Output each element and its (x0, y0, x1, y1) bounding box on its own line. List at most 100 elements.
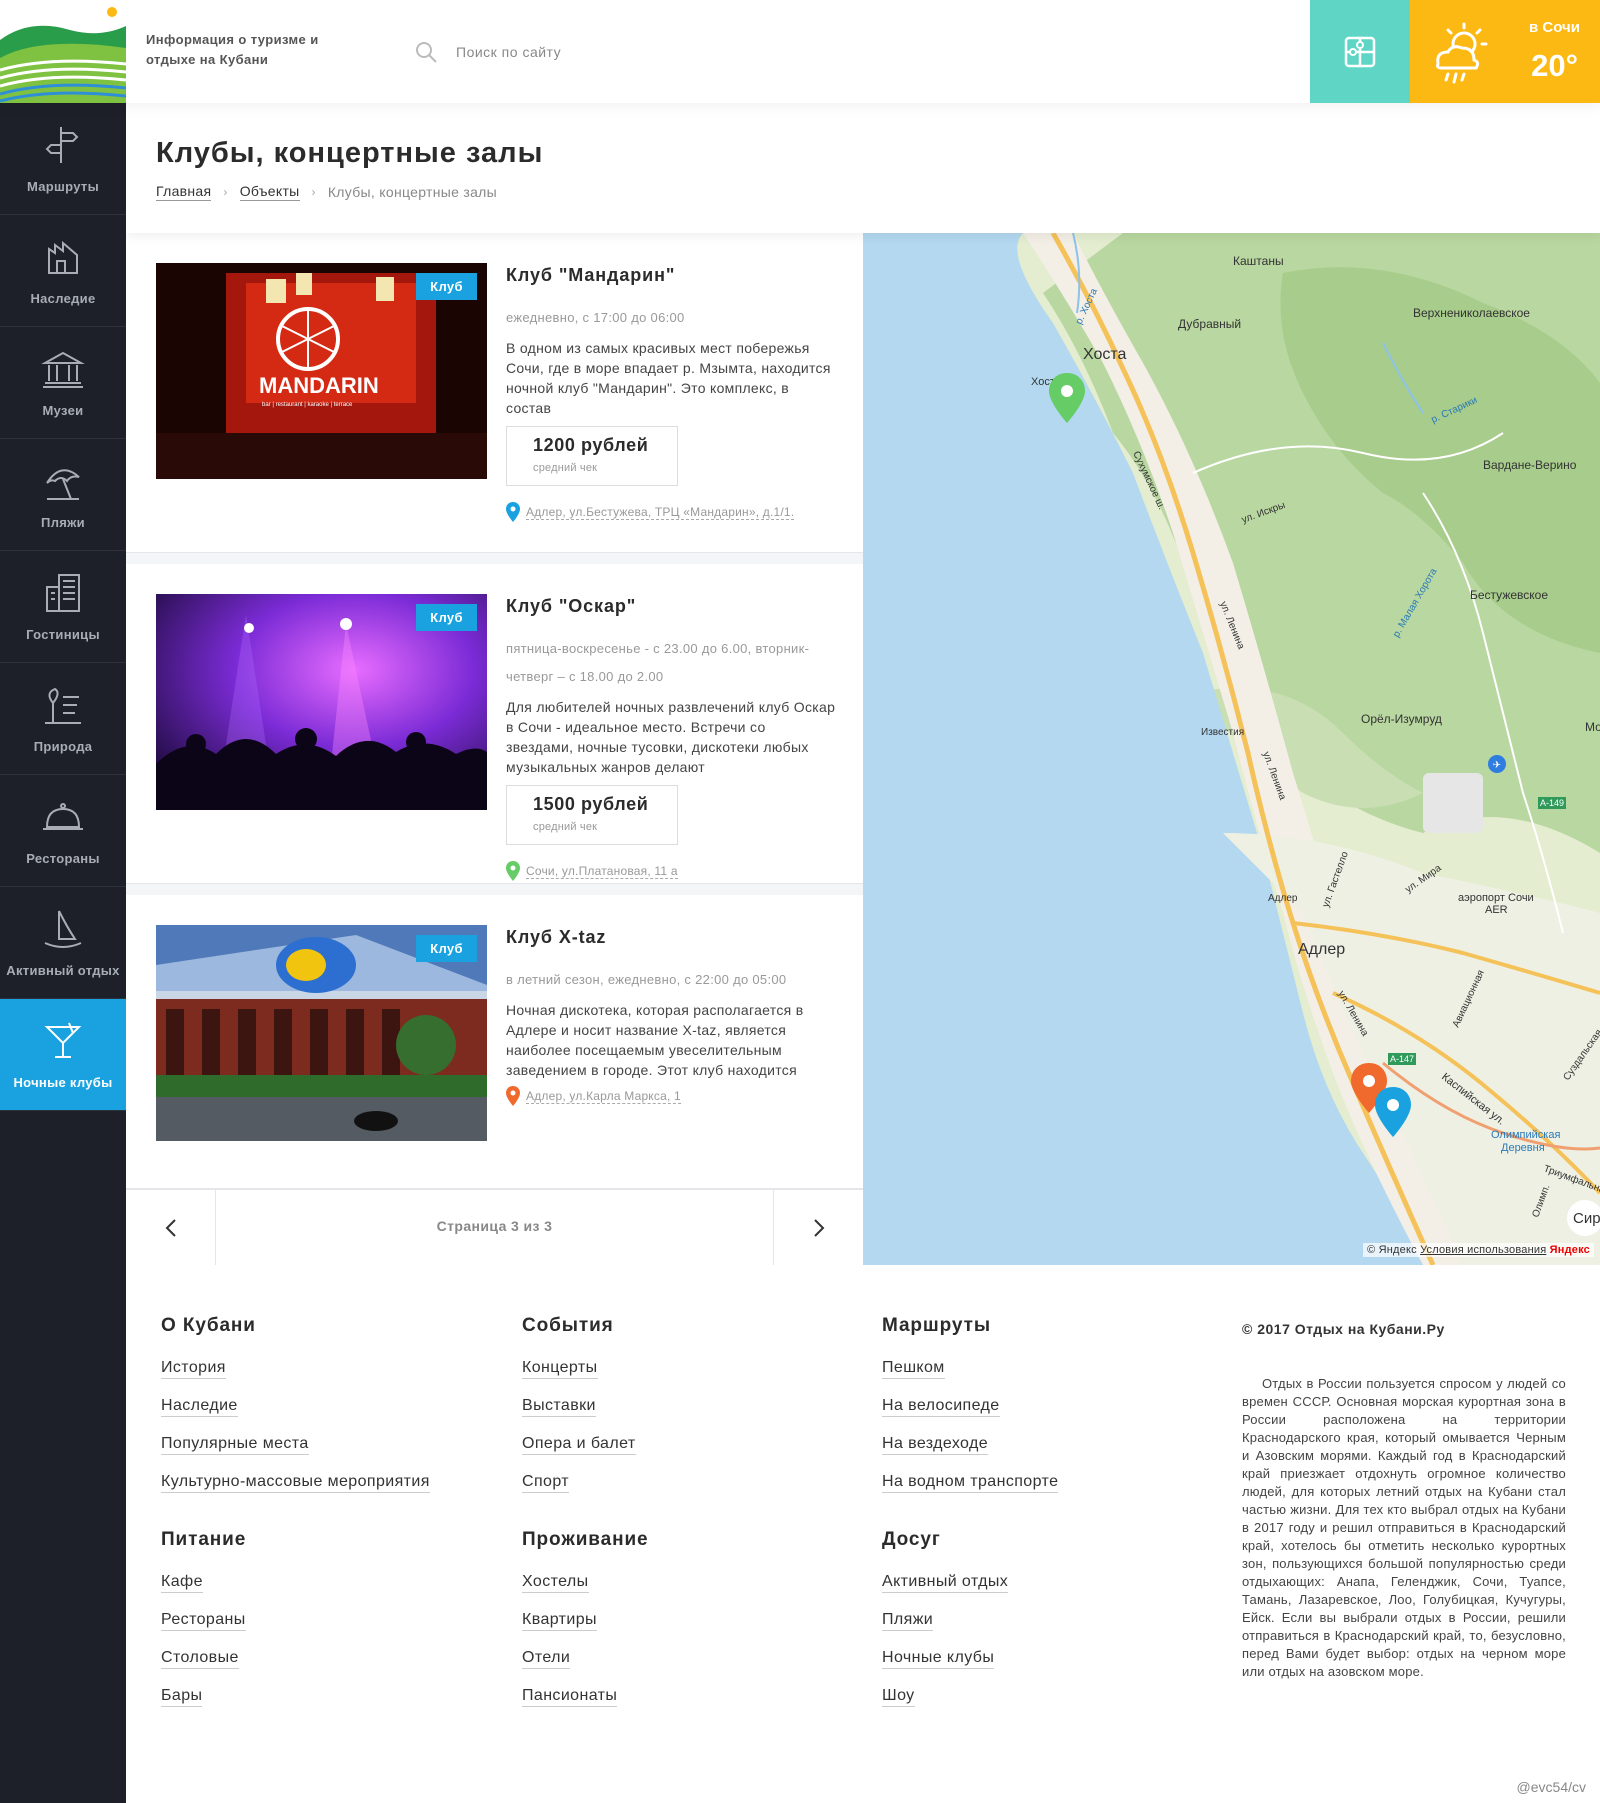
address-link[interactable]: Адлер, ул.Карла Маркса, 1 (526, 1089, 681, 1104)
site-logo[interactable] (0, 0, 126, 103)
club-title[interactable]: Клуб "Оскар" (506, 596, 836, 617)
club-logo-text: MANDARIN (259, 373, 379, 398)
breadcrumb-current: Клубы, концертные залы (327, 184, 498, 200)
footer-column-events: События Концерты Выставки Опера и балет … (522, 1315, 852, 1725)
footer-link[interactable]: Культурно-массовые мероприятия (161, 1473, 430, 1493)
breadcrumb-home[interactable]: Главная (156, 183, 212, 201)
footer-heading: События (522, 1315, 614, 1336)
footer-link[interactable]: На вездеходе (882, 1435, 989, 1455)
club-photo[interactable]: Клуб (156, 594, 487, 810)
club-card[interactable]: Клуб Клуб "Оскар" пятница-воскресенье - … (126, 564, 863, 884)
sidebar-item-label: Рестораны (26, 851, 100, 866)
footer-link[interactable]: Шоу (882, 1687, 915, 1707)
average-price: 1500 рублей (533, 794, 649, 814)
footer-link[interactable]: Пешком (882, 1359, 945, 1379)
sidebar-item-museums[interactable]: Музеи (0, 327, 126, 439)
map-pin-icon (506, 502, 520, 522)
prev-page-button[interactable] (126, 1190, 216, 1266)
footer-link[interactable]: Столовые (161, 1649, 239, 1669)
map-label: Вардане-Верино (1483, 458, 1577, 472)
club-address[interactable]: Адлер, ул.Бестужева, ТРЦ «Мандарин», д.1… (506, 502, 836, 522)
sidebar-item-restaurants[interactable]: Рестораны (0, 775, 126, 887)
footer-link[interactable]: История (161, 1359, 226, 1379)
sidebar-item-nature[interactable]: Природа (0, 663, 126, 775)
yandex-map[interactable]: ✈ Каштаны Дубравный Верхнениколаевское Х… (863, 233, 1600, 1265)
footer-link[interactable]: Спорт (522, 1473, 569, 1493)
page-indicator: Страница 3 из 3 (436, 1218, 553, 1234)
sidebar-item-label: Активный отдых (6, 963, 120, 978)
footer-link[interactable]: Опера и балет (522, 1435, 636, 1455)
club-card[interactable]: MANDARIN bar | restaurant | karaoke | te… (126, 233, 863, 553)
weather-widget[interactable]: в Сочи 20° (1410, 0, 1600, 103)
club-info: Клуб "Мандарин" ежедневно, с 17:00 до 06… (506, 263, 836, 522)
sidebar-item-label: Ночные клубы (13, 1075, 113, 1090)
puzzle-button[interactable] (1310, 0, 1410, 103)
club-photo[interactable]: Клуб (156, 925, 487, 1141)
price-box: 1500 рублей средний чек (506, 785, 678, 845)
category-tag: Клуб (416, 935, 477, 962)
footer-link[interactable]: Отели (522, 1649, 571, 1669)
footer-link[interactable]: Концерты (522, 1359, 598, 1379)
footer-link[interactable]: Бары (161, 1687, 203, 1707)
page-title: Клубы, концертные залы (156, 137, 544, 169)
breadcrumb-objects[interactable]: Объекты (239, 183, 300, 201)
club-address[interactable]: Сочи, ул.Платановая, 11 а (506, 861, 836, 881)
club-description: Для любителей ночных развлечений клуб Ос… (506, 699, 836, 775)
map-terms-link[interactable]: Условия использования (1420, 1244, 1546, 1256)
footer-link[interactable]: Квартиры (522, 1611, 597, 1631)
breadcrumb: Главная › Объекты › Клубы, концертные за… (156, 183, 497, 201)
footer-link[interactable]: Популярные места (161, 1435, 309, 1455)
footer-link[interactable]: На водном транспорте (882, 1473, 1059, 1493)
next-page-button[interactable] (773, 1190, 863, 1266)
map-copyright: © Яндекс (1367, 1244, 1417, 1256)
site-search[interactable] (414, 40, 696, 64)
club-hours: в летний сезон, ежедневно, с 22:00 до 05… (506, 972, 787, 987)
category-tag: Клуб (416, 604, 477, 631)
footer-link[interactable]: Выставки (522, 1397, 596, 1417)
sidebar-item-active-rest[interactable]: Активный отдых (0, 887, 126, 999)
club-title[interactable]: Клуб X-taz (506, 927, 836, 948)
restaurant-icon (43, 803, 83, 830)
address-link[interactable]: Адлер, ул.Бестужева, ТРЦ «Мандарин», д.1… (526, 505, 795, 520)
footer-link[interactable]: Кафе (161, 1573, 203, 1593)
footer-link[interactable]: Хостелы (522, 1573, 589, 1593)
category-tag: Клуб (416, 273, 477, 300)
sidebar-item-hotels[interactable]: Гостиницы (0, 551, 126, 663)
map-label: А-149 (1540, 798, 1564, 808)
sidebar-item-routes[interactable]: Маршруты (0, 103, 126, 215)
sidebar-item-beaches[interactable]: Пляжи (0, 439, 126, 551)
footer-block-food: Питание Кафе Рестораны Столовые Бары (161, 1529, 491, 1707)
signpost-icon (45, 127, 79, 163)
sidebar-item-heritage[interactable]: Наследие (0, 215, 126, 327)
address-link[interactable]: Сочи, ул.Платановая, 11 а (526, 864, 678, 879)
footer-link[interactable]: Ночные клубы (882, 1649, 995, 1669)
club-address[interactable]: Адлер, ул.Карла Маркса, 1 (506, 1086, 836, 1106)
sidebar-item-label: Природа (33, 739, 93, 754)
footer-block-accommodation: Проживание Хостелы Квартиры Отели Пансио… (522, 1529, 852, 1707)
map-label: AER (1485, 904, 1508, 916)
footer-link[interactable]: Рестораны (161, 1611, 246, 1631)
heritage-icon (48, 240, 78, 274)
sidebar-item-night-clubs[interactable]: Ночные клубы (0, 999, 126, 1111)
footer-block-leisure: Досуг Активный отдых Пляжи Ночные клубы … (882, 1529, 1212, 1707)
club-title[interactable]: Клуб "Мандарин" (506, 265, 836, 286)
club-hours: пятница-воскресенье - с 23.00 до 6.00, в… (506, 641, 810, 684)
club-photo[interactable]: MANDARIN bar | restaurant | karaoke | te… (156, 263, 487, 479)
page-header: Клубы, концертные залы Главная › Объекты… (126, 103, 1600, 233)
footer-link[interactable]: Наследие (161, 1397, 238, 1417)
museum-icon (41, 351, 85, 388)
footer-link[interactable]: Пансионаты (522, 1687, 618, 1707)
copyright: © 2017 Отдых на Кубани.Ру (1242, 1321, 1445, 1337)
puzzle-icon (1344, 36, 1376, 67)
club-card[interactable]: Клуб Клуб X-taz в летний сезон, ежедневн… (126, 895, 863, 1189)
search-input[interactable] (456, 44, 696, 60)
footer-link[interactable]: Активный отдых (882, 1573, 1009, 1593)
search-icon[interactable] (414, 40, 438, 64)
footer-link[interactable]: На велосипеде (882, 1397, 1000, 1417)
price-label: средний чек (533, 821, 598, 833)
weather-city: в Сочи (1529, 19, 1580, 36)
club-description: В одном из самых красивых мест побережья… (506, 340, 831, 416)
footer-link[interactable]: Пляжи (882, 1611, 934, 1631)
footer-heading: Досуг (882, 1529, 941, 1550)
yandex-logo[interactable]: Яндекс (1550, 1244, 1590, 1256)
